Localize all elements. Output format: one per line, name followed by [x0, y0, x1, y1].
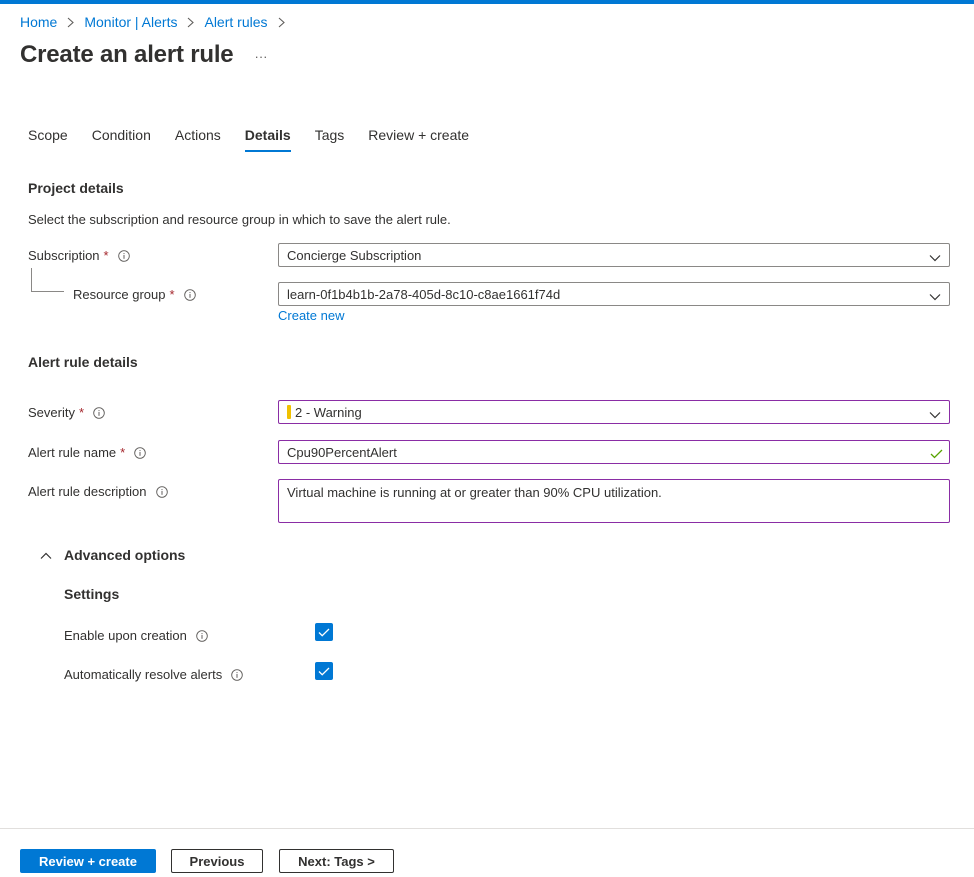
next-tags-button[interactable]: Next: Tags > [279, 849, 394, 873]
auto-resolve-label-text: Automatically resolve alerts [64, 667, 223, 682]
checkbox-checked-icon [318, 628, 330, 637]
subscription-label-text: Subscription [28, 248, 100, 263]
breadcrumb: Home Monitor | Alerts Alert rules [20, 14, 295, 30]
subscription-dropdown[interactable]: Concierge Subscription [278, 243, 950, 267]
chevron-down-icon [929, 250, 941, 265]
alert-rule-details-heading: Alert rule details [28, 354, 138, 370]
required-marker: * [103, 248, 109, 263]
severity-dropdown[interactable]: 2 - Warning [278, 400, 950, 424]
tree-connector [31, 268, 64, 292]
alert-rule-name-value: Cpu90PercentAlert [287, 444, 397, 460]
info-icon[interactable] [134, 446, 146, 459]
info-icon[interactable] [183, 288, 196, 301]
chevron-right-icon [67, 17, 75, 28]
tab-tags[interactable]: Tags [315, 124, 345, 152]
enable-upon-creation-checkbox[interactable] [315, 623, 333, 641]
resource-group-label-text: Resource group [73, 287, 166, 302]
tab-condition[interactable]: Condition [92, 124, 151, 152]
info-icon[interactable] [231, 668, 243, 681]
info-icon[interactable] [117, 249, 130, 262]
tab-bar: Scope Condition Actions Details Tags Rev… [28, 124, 493, 152]
resource-group-dropdown[interactable]: learn-0f1b4b1b-2a78-405d-8c10-c8ae1661f7… [278, 282, 950, 306]
review-create-button[interactable]: Review + create [20, 849, 156, 873]
severity-label: Severity * [28, 405, 105, 420]
chevron-right-icon [278, 17, 285, 28]
alert-rule-name-input[interactable]: Cpu90PercentAlert [278, 440, 950, 464]
more-icon[interactable]: ··· [250, 45, 272, 67]
create-new-link[interactable]: Create new [278, 308, 344, 323]
breadcrumb-monitor-alerts[interactable]: Monitor | Alerts [84, 14, 177, 30]
required-marker: * [120, 445, 126, 460]
resource-group-value: learn-0f1b4b1b-2a78-405d-8c10-c8ae1661f7… [287, 286, 561, 302]
info-icon[interactable] [155, 485, 168, 498]
tab-review-create[interactable]: Review + create [368, 124, 469, 152]
tab-details[interactable]: Details [244, 124, 291, 152]
settings-heading: Settings [64, 586, 120, 602]
chevron-up-icon [40, 547, 52, 563]
severity-label-text: Severity [28, 405, 75, 420]
enable-upon-creation-label: Enable upon creation [64, 628, 208, 643]
auto-resolve-label: Automatically resolve alerts [64, 667, 243, 682]
chevron-down-icon [929, 407, 941, 422]
required-marker: * [78, 405, 85, 420]
info-icon[interactable] [196, 629, 208, 642]
required-marker: * [169, 287, 175, 302]
alert-rule-description-label-text: Alert rule description [28, 484, 147, 499]
alert-rule-description-label: Alert rule description [28, 484, 168, 499]
chevron-right-icon [187, 17, 195, 28]
info-icon[interactable] [93, 406, 105, 419]
project-details-description: Select the subscription and resource gro… [28, 212, 451, 227]
subscription-value: Concierge Subscription [287, 247, 422, 263]
previous-button[interactable]: Previous [171, 849, 263, 873]
tab-actions[interactable]: Actions [175, 124, 221, 152]
breadcrumb-home[interactable]: Home [20, 14, 57, 30]
advanced-options-label: Advanced options [64, 547, 186, 563]
checkbox-checked-icon [318, 667, 330, 676]
page-title: Create an alert rule [20, 41, 234, 68]
resource-group-label: Resource group * [73, 287, 196, 302]
severity-color-indicator [287, 405, 291, 419]
advanced-options-toggle[interactable]: Advanced options [40, 547, 185, 563]
subscription-label: Subscription * [28, 248, 130, 263]
project-details-heading: Project details [28, 180, 124, 196]
breadcrumb-alert-rules[interactable]: Alert rules [204, 14, 267, 30]
severity-value: 2 - Warning [295, 404, 362, 420]
alert-rule-description-textarea[interactable]: Virtual machine is running at or greater… [278, 479, 950, 523]
enable-upon-creation-label-text: Enable upon creation [64, 628, 187, 643]
tab-scope[interactable]: Scope [28, 124, 68, 152]
footer-divider [0, 828, 974, 829]
alert-rule-name-label: Alert rule name * [28, 445, 146, 460]
auto-resolve-checkbox[interactable] [315, 662, 333, 680]
check-icon [930, 447, 943, 462]
alert-rule-name-label-text: Alert rule name [28, 445, 117, 460]
chevron-down-icon [929, 289, 941, 304]
top-accent-bar [0, 0, 974, 4]
